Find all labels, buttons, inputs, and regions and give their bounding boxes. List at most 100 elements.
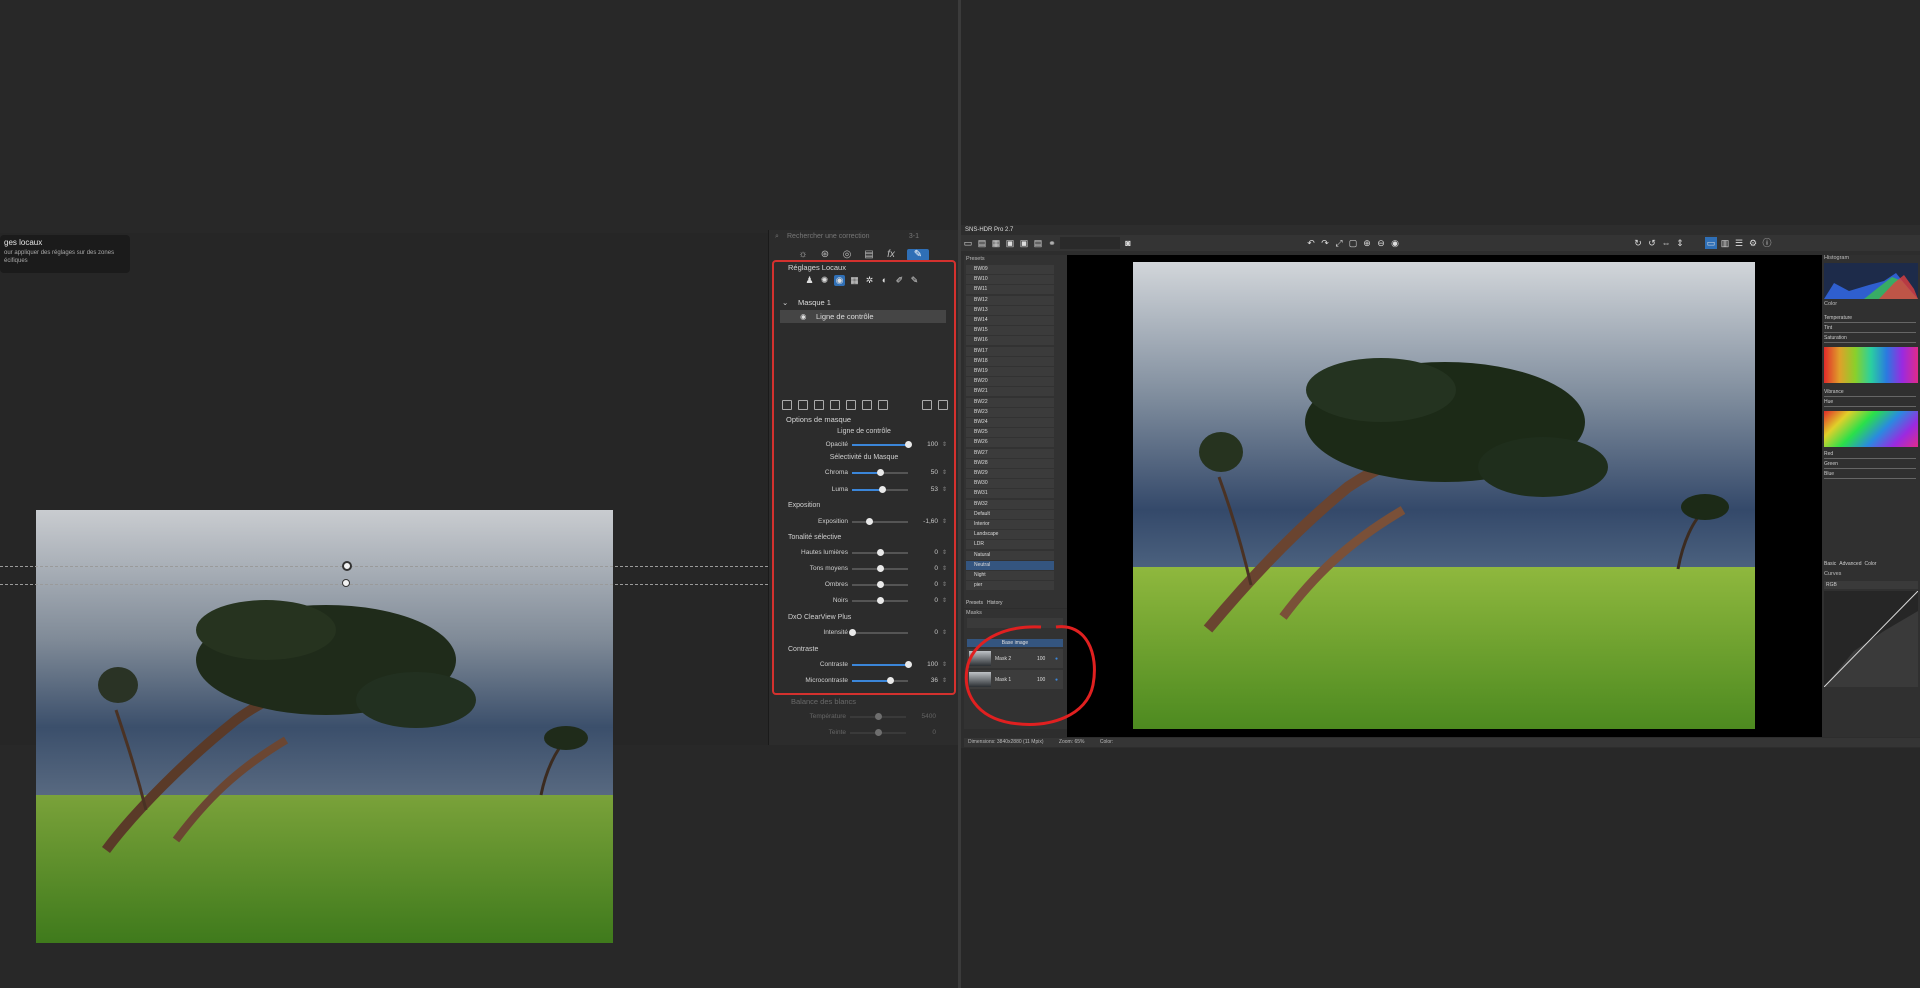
guide-line-bottom[interactable] xyxy=(0,584,768,585)
auto-mask-icon[interactable]: ✲ xyxy=(864,275,875,286)
info-icon[interactable]: ⓘ xyxy=(1761,237,1773,249)
redo-icon[interactable]: ↷ xyxy=(1319,237,1331,249)
zoom-in-icon[interactable]: ⊕ xyxy=(1361,237,1373,249)
preset-item[interactable]: BW23 xyxy=(966,407,1054,417)
preset-item[interactable]: BW21 xyxy=(966,387,1054,397)
reset-icon[interactable] xyxy=(922,400,932,410)
exposure-slider[interactable]: Exposition -1,60 ⇕ xyxy=(780,515,950,529)
microcontrast-slider[interactable]: Microcontraste 36 ⇕ xyxy=(780,674,950,688)
preset-item[interactable]: BW17 xyxy=(966,346,1054,356)
preset-select[interactable] xyxy=(1060,237,1120,249)
tint-value[interactable]: 0 xyxy=(914,726,936,740)
preset-item[interactable]: BW10 xyxy=(966,275,1054,285)
tint-slider[interactable]: Tint xyxy=(1824,325,1916,335)
open-folder-icon[interactable]: ▦ xyxy=(990,237,1002,249)
guide-line-top[interactable] xyxy=(0,566,768,567)
link-icon[interactable]: ⚭ xyxy=(1046,237,1058,249)
control-line-edge-handle[interactable] xyxy=(342,579,350,587)
contrast-slider[interactable]: Contraste 100 ⇕ xyxy=(780,658,950,672)
preset-item[interactable]: BW16 xyxy=(966,336,1054,346)
search-input[interactable]: ⌕ Rechercher une correction 3-1 xyxy=(773,230,955,244)
preview-eye-icon[interactable]: ◉ xyxy=(1389,237,1401,249)
eye-icon[interactable] xyxy=(878,400,888,410)
hue-spectrum-picker[interactable] xyxy=(1824,347,1918,383)
gear-icon[interactable]: ⚙ xyxy=(1747,237,1759,249)
green-slider[interactable]: Green xyxy=(1824,461,1916,471)
preset-item[interactable]: BW24 xyxy=(966,418,1054,427)
intensity-slider[interactable]: Intensité 0 ⇕ xyxy=(780,626,950,640)
opacity-value[interactable]: 100 xyxy=(916,438,938,452)
image-viewer[interactable] xyxy=(0,233,768,943)
blacks-slider[interactable]: Noirs 0 ⇕ xyxy=(780,594,950,608)
preset-item[interactable]: BW15 xyxy=(966,326,1054,336)
brush-gear-icon[interactable]: ✺ xyxy=(819,275,830,286)
temperature-slider[interactable]: Temperature xyxy=(1824,315,1916,325)
eraser-icon[interactable]: ✐ xyxy=(894,275,905,286)
preset-item[interactable]: BW32 xyxy=(966,499,1054,509)
tint-slider[interactable]: Teinte 0 xyxy=(778,726,948,740)
rotate-cw-icon[interactable]: ↻ xyxy=(1632,237,1644,249)
new-icon[interactable]: ▭ xyxy=(962,237,974,249)
red-slider[interactable]: Red xyxy=(1824,451,1916,461)
preset-item[interactable]: BW25 xyxy=(966,428,1054,438)
shadows-slider[interactable]: Ombres 0 ⇕ xyxy=(780,578,950,592)
chroma-slider[interactable]: Chroma 50 ⇕ xyxy=(780,466,950,480)
curves-graph[interactable] xyxy=(1823,590,1919,688)
intensity-value[interactable]: 0 xyxy=(916,626,938,640)
control-point-icon[interactable]: ◉ xyxy=(834,275,845,286)
preset-item[interactable]: BW13 xyxy=(966,305,1054,315)
preset-item[interactable]: Landscape xyxy=(966,530,1054,540)
add-mask-icon[interactable] xyxy=(782,400,792,410)
export-icon[interactable]: ▤ xyxy=(1032,237,1044,249)
control-line-center-handle[interactable] xyxy=(342,561,352,571)
tab-history[interactable]: History xyxy=(987,600,1003,606)
tab-basic[interactable]: Basic xyxy=(1824,561,1836,567)
temperature-slider[interactable]: Température 5400 xyxy=(778,710,948,724)
preset-item[interactable]: BW18 xyxy=(966,356,1054,366)
microcontrast-value[interactable]: 36 xyxy=(916,674,938,688)
tab-advanced[interactable]: Advanced xyxy=(1839,561,1861,567)
preset-item[interactable]: Default xyxy=(966,509,1054,519)
curves-toolbar[interactable]: RGB xyxy=(1824,581,1918,589)
preset-item[interactable]: BW30 xyxy=(966,479,1054,489)
mask-list-item[interactable]: ⌄ Masque 1 xyxy=(780,296,946,309)
opacity-slider[interactable]: Opacité 100 ⇕ xyxy=(780,438,950,452)
rgb-spectrum-picker[interactable] xyxy=(1824,411,1918,447)
blacks-value[interactable]: 0 xyxy=(916,594,938,608)
gradient-icon[interactable]: ▦ xyxy=(849,275,860,286)
preview-area[interactable] xyxy=(1067,255,1822,737)
preset-item[interactable]: Interior xyxy=(966,520,1054,529)
preset-item[interactable]: Neutral xyxy=(966,560,1054,570)
midtones-value[interactable]: 0 xyxy=(916,562,938,576)
new-mask-icon[interactable] xyxy=(798,400,808,410)
mask-sub-item[interactable]: ◉ Ligne de contrôle xyxy=(780,310,946,323)
open-icon[interactable]: ▤ xyxy=(976,237,988,249)
fit-icon[interactable]: ⤢ xyxy=(1333,237,1345,249)
save-icon[interactable]: ▣ xyxy=(1004,237,1016,249)
highlights-value[interactable]: 0 xyxy=(916,546,938,560)
temperature-value[interactable]: 5400 xyxy=(914,710,936,724)
exposure-value[interactable]: -1,60 xyxy=(916,515,938,529)
duplicate-mask-icon[interactable] xyxy=(814,400,824,410)
luma-value[interactable]: 53 xyxy=(916,483,938,497)
trash-icon[interactable] xyxy=(938,400,948,410)
preset-item[interactable]: pier xyxy=(966,581,1054,591)
list-icon[interactable]: ☰ xyxy=(1733,237,1745,249)
preset-item[interactable]: Natural xyxy=(966,550,1054,560)
chroma-value[interactable]: 50 xyxy=(916,466,938,480)
overlay-icon[interactable] xyxy=(846,400,856,410)
blue-slider[interactable]: Blue xyxy=(1824,471,1916,481)
rotate-ccw-icon[interactable]: ↺ xyxy=(1646,237,1658,249)
camera-icon[interactable]: ◙ xyxy=(1122,237,1134,249)
zoom-out-icon[interactable]: ⊖ xyxy=(1375,237,1387,249)
brush-icon[interactable]: ✎ xyxy=(909,275,920,286)
vibrance-slider[interactable]: Vibrance xyxy=(1824,389,1916,399)
preset-item[interactable]: BW11 xyxy=(966,285,1054,295)
actual-size-icon[interactable]: ▢ xyxy=(1347,237,1359,249)
preset-item[interactable]: BW14 xyxy=(966,316,1054,325)
preset-item[interactable]: BW09 xyxy=(966,265,1054,274)
flip-vertical-icon[interactable]: ⇕ xyxy=(1674,237,1686,249)
flip-horizontal-icon[interactable]: ⇔ xyxy=(1660,237,1672,249)
hue-slider[interactable]: Hue xyxy=(1824,399,1916,409)
save-as-icon[interactable]: ▣ xyxy=(1018,237,1030,249)
